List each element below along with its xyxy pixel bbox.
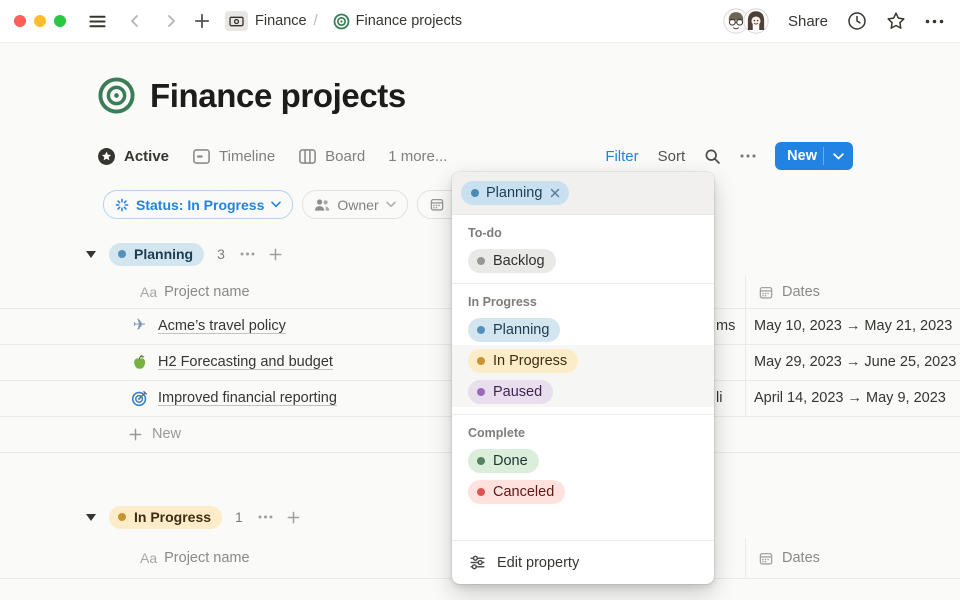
status-filter-dropdown: Planning To-do Backlog In Progress Plann… [452,172,714,584]
zoom-window-button[interactable] [54,15,66,27]
minimize-window-button[interactable] [34,15,46,27]
filter-bar: Status: In Progress Owner [103,190,487,219]
tab-board[interactable]: Board [298,147,365,166]
group-add-icon[interactable] [268,247,283,262]
new-dropdown-chevron-icon[interactable] [824,142,853,170]
status-filter-chip[interactable]: Status: In Progress [103,190,293,219]
section-label-todo: To-do [468,226,698,240]
group-header-planning: Planning 3 [86,241,283,267]
text-property-icon: Aa [140,284,157,300]
status-filter-input[interactable]: Planning [452,172,714,215]
new-button-label[interactable]: New [775,142,823,170]
dates-cell[interactable]: May 29, 2023 → June 25, 2023 [745,344,956,380]
page-title[interactable]: Finance projects [150,77,406,115]
forward-icon[interactable] [163,13,179,29]
column-header-project-name[interactable]: Aa Project name [140,284,250,300]
window-controls [14,15,66,27]
collapse-triangle-icon[interactable] [86,514,96,521]
collapse-triangle-icon[interactable] [86,251,96,258]
status-option-paused[interactable]: Paused [452,376,714,407]
dart-icon [130,390,149,407]
search-icon[interactable] [704,148,721,165]
plus-icon [128,427,143,442]
chevron-down-icon [271,201,281,208]
calendar-icon [758,551,774,566]
status-option-backlog[interactable]: Backlog [452,245,714,276]
favorite-star-icon[interactable] [886,11,906,31]
group-options-icon[interactable] [240,252,255,256]
remove-tag-icon[interactable] [550,188,560,198]
view-tabs: Active Timeline Board 1 more... [97,141,447,171]
dates-cell[interactable]: April 14, 2023 → May 9, 2023 [745,380,946,416]
section-label-in-progress: In Progress [468,295,698,309]
tab-more-views[interactable]: 1 more... [388,148,447,165]
window-topbar: Finance / Finance projects Share [0,0,960,43]
more-options-icon[interactable] [925,19,944,24]
breadcrumb-parent[interactable]: Finance [255,13,307,29]
back-icon[interactable] [127,13,143,29]
notion-window: Finance / Finance projects Share [0,0,960,600]
people-icon [314,198,330,212]
updates-clock-icon[interactable] [847,11,867,31]
owner-cell-fragment: ms [716,318,735,334]
project-title[interactable]: H2 Forecasting and budget [158,354,333,370]
breadcrumb-separator: / [314,13,318,29]
group-add-icon[interactable] [286,510,301,525]
topbar-actions: Share [723,8,944,34]
dates-cell[interactable]: May 10, 2023 → May 21, 2023 [745,308,952,344]
status-burst-icon [115,198,129,212]
view-options-icon[interactable] [740,154,756,158]
group-header-in-progress: In Progress 1 [86,504,301,530]
text-property-icon: Aa [140,550,157,566]
status-option-canceled[interactable]: Canceled [452,476,714,507]
section-label-complete: Complete [468,426,698,440]
project-title[interactable]: Acme’s travel policy [158,318,286,334]
column-header-project-name[interactable]: Aa Project name [140,550,250,566]
project-title[interactable]: Improved financial reporting [158,390,337,406]
status-option-planning[interactable]: Planning [452,314,714,345]
sort-button[interactable]: Sort [658,148,686,165]
chevron-down-icon [386,201,396,208]
close-window-button[interactable] [14,15,26,27]
calendar-icon [758,285,774,300]
group-status-tag[interactable]: In Progress [109,506,222,529]
status-option-done[interactable]: Done [452,445,714,476]
tab-active[interactable]: Active [97,147,169,166]
board-icon [298,147,317,166]
edit-property-button[interactable]: Edit property [452,540,714,584]
group-count: 1 [235,509,243,525]
calendar-icon [429,197,445,212]
tab-timeline[interactable]: Timeline [192,147,275,166]
sliders-icon [469,554,486,571]
selected-tag-planning[interactable]: Planning [461,181,569,205]
apple-icon [130,354,149,371]
owner-filter-chip[interactable]: Owner [302,190,407,219]
avatar[interactable] [743,8,769,34]
collaborator-avatars [723,8,769,34]
timeline-icon [192,147,211,166]
view-toolbar: Filter Sort New [605,141,853,171]
new-page-icon[interactable] [193,12,211,30]
column-header-dates[interactable]: Dates [745,538,820,578]
group-status-tag[interactable]: Planning [109,243,204,266]
sidebar-menu-icon[interactable] [88,12,107,31]
target-icon [333,11,351,31]
page-header: Finance projects [97,76,406,115]
breadcrumb-current[interactable]: Finance projects [356,13,462,29]
filter-button[interactable]: Filter [605,148,638,165]
column-header-dates[interactable]: Dates [745,276,820,308]
star-circle-icon [97,147,116,166]
banknote-icon [225,11,248,31]
page-target-icon[interactable] [97,76,136,115]
owner-cell-fragment: li [716,390,722,406]
group-count: 3 [217,246,225,262]
new-button[interactable]: New [775,142,853,170]
group-options-icon[interactable] [258,515,273,519]
share-button[interactable]: Share [788,13,828,30]
airplane-icon: ✈ [130,318,149,334]
status-option-in-progress[interactable]: In Progress [452,345,714,376]
